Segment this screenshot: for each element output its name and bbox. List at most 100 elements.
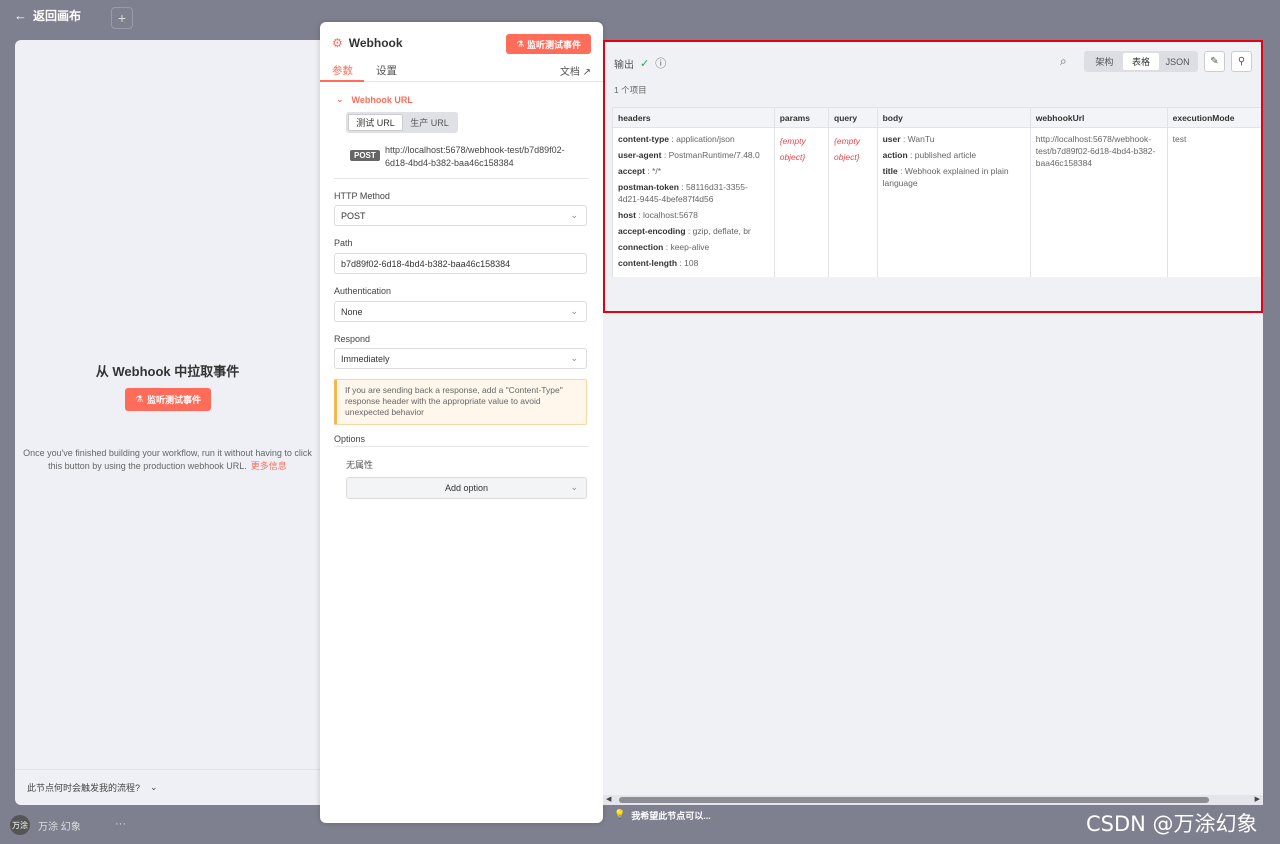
add-node-button[interactable]: +: [111, 7, 133, 29]
path-value: b7d89f02-6d18-4bd4-b382-baa46c158384: [341, 258, 511, 269]
listen-label: 监听测试事件: [147, 395, 202, 405]
respond-label: Respond: [334, 334, 371, 344]
node-header: ⚙ Webhook: [332, 36, 403, 50]
horizontal-scrollbar[interactable]: ◀ ▶: [603, 795, 1263, 805]
scrollbar-thumb[interactable]: [619, 797, 1209, 803]
kv-pair[interactable]: user : WanTu: [883, 133, 1025, 145]
output-title: 输出: [614, 59, 634, 71]
node-listen-label: 监听测试事件: [527, 39, 582, 50]
http-method-select[interactable]: POST ⌄: [334, 205, 587, 226]
view-table[interactable]: 表格: [1122, 53, 1160, 70]
url-type-toggle: 测试 URL 生产 URL: [346, 112, 458, 133]
chevron-down-icon: ⌄: [570, 353, 578, 363]
kv-pair[interactable]: content-type : application/json: [618, 133, 769, 145]
no-properties-text: 无属性: [346, 460, 374, 470]
lightbulb-icon: 💡: [614, 809, 626, 819]
tab-parameters[interactable]: 参数: [332, 63, 353, 78]
docs-link[interactable]: 文档 ↗: [560, 63, 591, 78]
webhook-url-value[interactable]: http://localhost:5678/webhook-test/b7d89…: [385, 144, 585, 170]
flask-icon: ⚗: [134, 394, 144, 404]
view-schema[interactable]: 架构: [1086, 53, 1123, 70]
user-profile[interactable]: 万涂 万涂 幻象: [10, 815, 81, 835]
table-row: content-type : application/json user-age…: [612, 127, 1263, 277]
more-icon[interactable]: ···: [115, 818, 126, 830]
column-header[interactable]: body: [876, 107, 1031, 128]
pencil-icon: ✎: [1210, 56, 1219, 67]
column-header[interactable]: executionMode: [1166, 107, 1263, 128]
node-hint[interactable]: 💡 我希望此节点可以...: [614, 809, 711, 822]
chevron-down-icon: ⌄: [570, 210, 578, 220]
check-circle-icon: ✓: [640, 57, 650, 70]
scroll-left-icon[interactable]: ◀: [606, 795, 611, 803]
output-table-wrapper: headers params query body webhookUrl exe…: [612, 107, 1263, 277]
kv-pair[interactable]: accept : */*: [618, 165, 769, 177]
arrow-left-icon: ←: [14, 8, 27, 23]
tab-settings[interactable]: 设置: [376, 63, 397, 78]
kv-pair[interactable]: user-agent : PostmanRuntime/7.48.0: [618, 149, 769, 161]
user-name: 万涂 幻象: [38, 821, 81, 833]
column-header[interactable]: query: [828, 107, 878, 128]
path-input[interactable]: b7d89f02-6d18-4bd4-b382-baa46c158384: [334, 253, 587, 274]
back-to-canvas-button[interactable]: ← 返回画布: [14, 7, 81, 24]
authentication-select[interactable]: None ⌄: [334, 301, 587, 322]
chevron-down-icon: ⌄: [570, 306, 578, 316]
trigger-question-text: 此节点何时会触发我的流程?: [27, 783, 141, 793]
add-option-label: Add option: [444, 483, 489, 493]
node-hint-text: 我希望此节点可以...: [631, 811, 711, 821]
column-header[interactable]: params: [773, 107, 830, 128]
output-table: headers params query body webhookUrl exe…: [612, 107, 1263, 277]
input-panel: 从 Webhook 中拉取事件 ⚗ 监听测试事件 Once you've fin…: [15, 40, 320, 805]
trigger-question[interactable]: 此节点何时会触发我的流程? ⌄: [15, 769, 320, 805]
output-panel: 输出 ✓ ⓘ ⌕ 架构 表格 JSON ✎ ⚲ 1 个项目 headers pa…: [603, 40, 1263, 805]
add-option-button[interactable]: Add option ⌄: [346, 477, 587, 499]
external-link-icon: ↗: [582, 67, 591, 78]
view-json[interactable]: JSON: [1159, 53, 1196, 70]
kv-pair[interactable]: title : Webhook explained in plain langu…: [883, 165, 1025, 189]
params-cell: {empty object}: [773, 127, 830, 277]
kv-pair[interactable]: action : published article: [883, 149, 1025, 161]
path-label: Path: [334, 238, 353, 248]
item-count: 1 个项目: [614, 85, 647, 95]
query-cell: {empty object}: [828, 127, 878, 277]
kv-pair[interactable]: content-length : 108: [618, 257, 769, 269]
empty-object: {empty object}: [779, 136, 806, 162]
node-tabs: 参数 设置 文档 ↗: [320, 60, 603, 82]
view-mode-toggle: 架构 表格 JSON: [1084, 51, 1198, 72]
kv-pair[interactable]: accept-encoding : gzip, deflate, br: [618, 225, 769, 237]
node-parameters-panel: ⚙ Webhook ⚗ 监听测试事件 参数 设置 文档 ↗ ⌄ Webhook …: [320, 22, 603, 823]
method-badge: POST: [350, 150, 380, 161]
more-info-link[interactable]: 更多信息: [251, 461, 287, 471]
kv-pair[interactable]: connection : keep-alive: [618, 241, 769, 253]
webhook-url-section[interactable]: ⌄ Webhook URL: [336, 94, 413, 105]
column-header[interactable]: headers: [612, 107, 775, 128]
output-header: 输出 ✓ ⓘ: [614, 55, 666, 71]
production-url-option[interactable]: 生产 URL: [403, 114, 456, 131]
search-icon[interactable]: ⌕: [1060, 54, 1067, 69]
node-listen-button[interactable]: ⚗ 监听测试事件: [506, 34, 591, 54]
options-label: Options: [334, 434, 366, 444]
kv-pair[interactable]: postman-token : 58116d31-3355-4d21-9445-…: [618, 181, 769, 205]
authentication-label: Authentication: [334, 286, 392, 296]
content-type-warning: If you are sending back a response, add …: [334, 379, 587, 425]
kv-pair[interactable]: host : localhost:5678: [618, 209, 769, 221]
webhook-icon: ⚙: [332, 36, 343, 50]
active-tab-indicator: [320, 80, 364, 82]
divider: [334, 446, 589, 447]
pin-icon: ⚲: [1237, 56, 1246, 67]
empty-object: {empty object}: [834, 136, 861, 162]
edit-output-button[interactable]: ✎: [1204, 51, 1225, 72]
listen-test-event-button[interactable]: ⚗ 监听测试事件: [125, 388, 211, 411]
respond-select[interactable]: Immediately ⌄: [334, 348, 587, 369]
scroll-right-icon[interactable]: ▶: [1255, 795, 1260, 803]
table-header-row: headers params query body webhookUrl exe…: [612, 107, 1263, 128]
info-icon[interactable]: ⓘ: [655, 55, 666, 71]
column-header[interactable]: webhookUrl: [1029, 107, 1168, 128]
webhook-url-cell: http://localhost:5678/webhook-test/b7d89…: [1029, 127, 1168, 277]
pull-events-title: 从 Webhook 中拉取事件: [95, 364, 240, 379]
headers-cell: content-type : application/json user-age…: [612, 127, 775, 277]
flask-icon: ⚗: [515, 38, 525, 49]
chevron-down-icon: ⌄: [150, 782, 158, 792]
pin-data-button[interactable]: ⚲: [1231, 51, 1252, 72]
execution-mode-cell: test: [1166, 127, 1263, 277]
test-url-option[interactable]: 测试 URL: [348, 114, 403, 131]
